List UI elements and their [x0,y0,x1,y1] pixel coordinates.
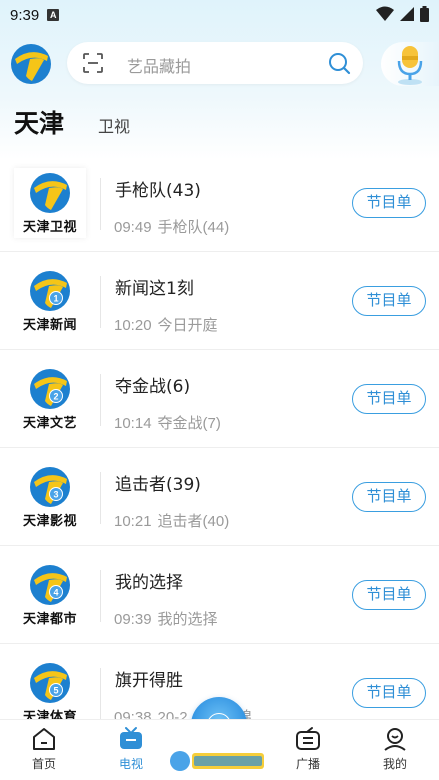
svg-text:5: 5 [53,686,58,696]
search-bar[interactable]: 艺品藏拍 [67,42,363,84]
schedule-button[interactable]: 节目单 [352,482,426,512]
channel-name: 天津新闻 [22,318,77,333]
current-program-title[interactable]: 新闻这1刻 [115,274,194,299]
row-divider [100,276,101,328]
channel-logo-icon: 4 [14,564,86,606]
search-icon[interactable] [327,51,351,75]
channel-logo[interactable]: 2 天津文艺 [14,364,86,434]
status-bar: 9:39 A [0,0,439,30]
microphone-icon [397,46,423,85]
next-program-title: 今日开庭 [157,317,218,334]
row-divider [100,668,101,720]
status-icons [376,6,429,22]
schedule-button[interactable]: 节目单 [352,188,426,218]
channel-logo-icon: 5 [14,662,86,704]
row-divider [100,374,101,426]
channel-name: 天津都市 [22,612,77,627]
voice-search-button[interactable] [381,42,439,86]
next-program: 10:21 追击者(40) [114,510,229,531]
nav-broadcast-label: 广播 [295,757,320,771]
current-program-title[interactable]: 我的选择 [115,568,183,593]
next-program-time: 10:21 [114,513,152,530]
channel-logo-icon: 2 [14,368,86,410]
nav-tv-label: 电视 [118,757,143,771]
channel-name: 天津影视 [22,514,77,529]
tab-tianjin[interactable]: 天津 [14,104,64,140]
next-program-time: 09:39 [114,611,152,628]
next-program-title: 手枪队(44) [157,219,230,236]
home-icon [33,728,55,750]
next-program: 10:20 今日开庭 [114,314,218,335]
schedule-button[interactable]: 节目单 [352,286,426,316]
search-placeholder[interactable]: 艺品藏拍 [127,53,191,77]
nav-home-label: 首页 [31,757,56,771]
row-divider [100,570,101,622]
current-program-title[interactable]: 追击者(39) [115,470,201,495]
channel-list: 天津卫视 手枪队(43) 09:49 手枪队(44) 节目单 1 天津新闻 新闻这1刻 10:2… [0,154,439,742]
schedule-button[interactable]: 节目单 [352,580,426,610]
next-program: 09:49 手枪队(44) [114,216,229,237]
row-divider [100,178,101,230]
tab-satellite[interactable]: 卫视 [98,113,130,137]
svg-text:2: 2 [53,392,58,402]
svg-text:4: 4 [53,588,58,598]
app-header: 艺品藏拍 [0,40,439,86]
channel-row[interactable]: 天津卫视 手枪队(43) 09:49 手枪队(44) 节目单 [0,154,439,252]
app-logo-icon[interactable] [10,43,52,85]
next-program-title: 夺金战(7) [157,415,221,432]
user-icon [384,728,406,751]
row-divider [100,472,101,524]
tv-icon [120,727,142,749]
next-program: 10:14 夺金战(7) [114,412,221,433]
channel-logo[interactable]: 3 天津影视 [14,462,86,532]
next-program-title: 我的选择 [157,611,218,628]
next-program-time: 10:20 [114,317,152,334]
next-program: 09:39 我的选择 [114,608,218,629]
scan-icon[interactable] [82,52,104,74]
watermark-logo-icon [170,751,264,771]
next-program-time: 09:49 [114,219,152,236]
signal-icon [400,7,414,21]
current-program-title[interactable]: 旗开得胜 [115,666,183,691]
wifi-icon [376,6,394,21]
nav-broadcast[interactable]: 广播 [278,726,338,772]
schedule-button[interactable]: 节目单 [352,384,426,414]
channel-name: 天津卫视 [22,220,77,235]
channel-logo[interactable]: 天津卫视 [14,168,86,238]
nav-mine[interactable]: 我的 [365,726,425,772]
channel-name: 天津文艺 [22,416,77,431]
category-tabs: 天津 卫视 [0,104,439,140]
current-program-title[interactable]: 夺金战(6) [115,372,190,397]
nav-tv[interactable]: 电视 [101,726,161,772]
nav-home[interactable]: 首页 [14,726,74,772]
channel-logo[interactable]: 5 天津体育 [14,658,86,728]
channel-row[interactable]: 3 天津影视 追击者(39) 10:21 追击者(40) 节目单 [0,448,439,546]
channel-row[interactable]: 2 天津文艺 夺金战(6) 10:14 夺金战(7) 节目单 [0,350,439,448]
notification-a-icon: A [47,9,60,21]
channel-logo-icon: 3 [14,466,86,508]
channel-logo-icon: 1 [14,270,86,312]
status-time: 9:39 [10,6,40,24]
channel-logo-icon [14,172,86,214]
channel-logo[interactable]: 1 天津新闻 [14,266,86,336]
channel-row[interactable]: 4 天津都市 我的选择 09:39 我的选择 节目单 [0,546,439,644]
current-program-title[interactable]: 手枪队(43) [115,176,201,201]
svg-text:3: 3 [53,490,58,500]
svg-text:1: 1 [53,294,58,304]
next-program-title: 追击者(40) [157,513,230,530]
channel-row[interactable]: 1 天津新闻 新闻这1刻 10:20 今日开庭 节目单 [0,252,439,350]
channel-logo[interactable]: 4 天津都市 [14,560,86,630]
nav-mine-label: 我的 [382,757,407,771]
next-program-time: 10:14 [114,415,152,432]
radio-icon [296,727,320,750]
schedule-button[interactable]: 节目单 [352,678,426,708]
battery-icon [420,6,429,22]
